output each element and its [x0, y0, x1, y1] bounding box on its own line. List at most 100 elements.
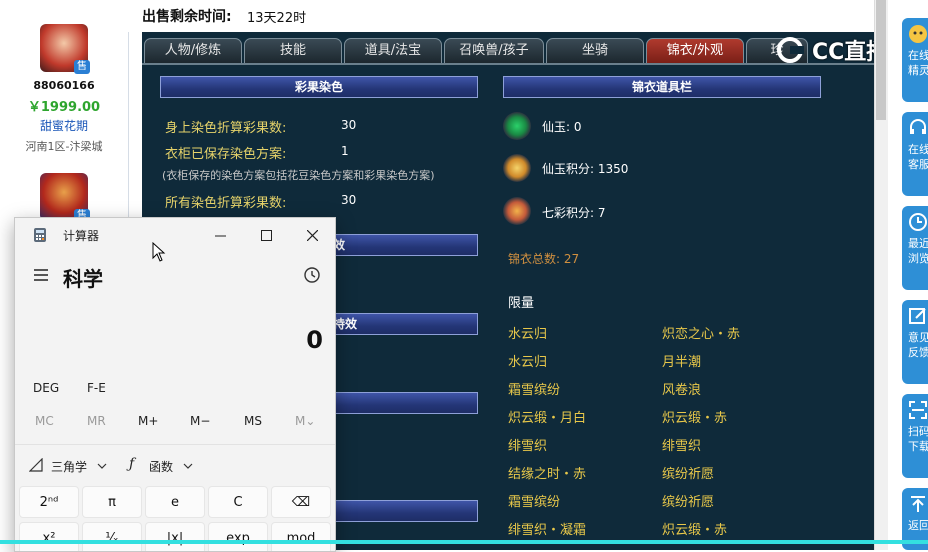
sidebar-label: 最近 [908, 237, 928, 250]
tab-mounts[interactable]: 坐骑 [546, 38, 644, 64]
sidebar-item-recent[interactable]: 最近 浏览 [902, 206, 928, 290]
sidebar-label: 下载 [908, 440, 928, 453]
memory-recall-button[interactable]: MR [87, 414, 106, 428]
triangle-ruler-icon [29, 458, 43, 472]
hamburger-menu-icon[interactable] [33, 268, 49, 282]
character-avatar-2[interactable]: 售 [40, 173, 90, 223]
wardrobe-item[interactable]: 霜雪缤纷 [508, 379, 560, 398]
wardrobe-item[interactable]: 结缘之时・赤 [508, 463, 586, 482]
assistant-icon [909, 25, 927, 43]
close-icon [306, 229, 318, 241]
wardrobe-item[interactable]: 月半潮 [662, 351, 701, 370]
calculator-titlebar[interactable]: 计算器 [15, 218, 335, 252]
memory-subtract-button[interactable]: M− [190, 414, 210, 428]
square-button[interactable]: x² [19, 522, 79, 551]
sidebar-item-feedback[interactable]: 意见 反馈 [902, 300, 928, 384]
calculator-title: 计算器 [63, 229, 100, 243]
sale-badge: 售 [74, 60, 90, 74]
sidebar-item-assistant[interactable]: 在线 精灵 [902, 18, 928, 102]
page-scrollbar-thumb[interactable] [876, 0, 886, 120]
sidebar-label: 精灵 [908, 64, 928, 77]
backspace-button[interactable]: ⌫ [271, 486, 331, 518]
exp-button[interactable]: exp [208, 522, 268, 551]
calculator-app-icon [34, 228, 46, 242]
history-icon[interactable] [303, 266, 321, 284]
wardrobe-item[interactable]: 缤纷祈愿 [662, 463, 714, 482]
cc-logo-icon [777, 37, 804, 63]
minimize-button[interactable] [197, 218, 243, 252]
seller-id: 88060166 [33, 79, 95, 92]
pi-button[interactable]: π [82, 486, 142, 518]
seller-server: 河南1区-汴梁城 [25, 140, 103, 153]
tab-character[interactable]: 人物/修炼 [144, 38, 242, 64]
wardrobe-item[interactable]: 缤纷祈愿 [662, 491, 714, 510]
sidebar-label: 返回 [908, 519, 928, 532]
seller-name[interactable]: 甜蜜花期 [0, 117, 128, 134]
edit-icon [909, 308, 926, 324]
deg-button[interactable]: DEG [33, 381, 59, 395]
sidebar-label: 意见 [908, 331, 928, 344]
wardrobe-item[interactable]: 霜雪缤纷 [508, 491, 560, 510]
sidebar-label: 客服 [908, 158, 928, 171]
second-function-button[interactable]: 2ⁿᵈ [19, 486, 79, 518]
header-band [128, 0, 874, 32]
maximize-button[interactable] [243, 218, 289, 252]
euler-button[interactable]: e [145, 486, 205, 518]
clock-icon [909, 213, 927, 231]
jade-stat: 仙玉: 0 [542, 120, 582, 134]
wardrobe-item[interactable]: 绯雪织・凝霜 [508, 519, 586, 538]
wardrobe-item[interactable]: 炽云缎・赤 [662, 407, 727, 426]
dye-section-header: 彩果染色 [160, 76, 478, 98]
fe-button[interactable]: F-E [87, 381, 106, 395]
memory-add-button[interactable]: M+ [138, 414, 158, 428]
dye-label-total: 所有染色折算彩果数: [165, 196, 287, 211]
absolute-button[interactable]: |x| [145, 522, 205, 551]
tab-wardrobe[interactable]: 锦衣/外观 [646, 38, 744, 64]
minimize-icon [214, 235, 226, 236]
calculator-window[interactable]: 计算器 科学 0 DEG F-E MC MR M+ M− MS M⌄ 三角学 ƒ… [14, 217, 336, 552]
dye-note: (衣柜保存的染色方案包括花豆染色方案和彩果染色方案) [162, 169, 435, 182]
trigonometry-dropdown[interactable]: 三角学 [51, 458, 87, 475]
function-icon: ƒ [129, 456, 135, 472]
wardrobe-item[interactable]: 水云归 [508, 323, 547, 342]
dye-label-body: 身上染色折算彩果数: [165, 121, 287, 136]
tab-underline [142, 63, 874, 65]
clear-button[interactable]: C [208, 486, 268, 518]
remaining-time-value: 13天22时 [247, 11, 307, 26]
arrow-up-icon [911, 496, 925, 512]
sidebar-label: 在线 [908, 49, 928, 62]
memory-store-button[interactable]: MS [244, 414, 262, 428]
character-avatar[interactable]: 售 [40, 24, 90, 74]
wardrobe-item[interactable]: 绯雪织 [662, 435, 701, 454]
tab-skills[interactable]: 技能 [244, 38, 342, 64]
wardrobe-section-header: 锦衣道具栏 [503, 76, 821, 98]
wardrobe-item[interactable]: 水云归 [508, 351, 547, 370]
dye-value-total: 30 [341, 193, 357, 207]
function-dropdown[interactable]: 函数 [149, 458, 173, 475]
limited-label: 限量 [508, 296, 535, 311]
wardrobe-item[interactable]: 炽恋之心・赤 [662, 323, 740, 342]
chevron-down-icon [183, 463, 193, 469]
wardrobe-item[interactable]: 炽云缎・月白 [508, 407, 586, 426]
mod-button[interactable]: mod [271, 522, 331, 551]
sidebar-item-download[interactable]: 扫码 下载 [902, 394, 928, 478]
memory-list-button[interactable]: M⌄ [295, 414, 315, 428]
special-effect-section-title: 持效 [333, 317, 358, 331]
reciprocal-button[interactable]: ¹⁄ₓ [82, 522, 142, 551]
calculator-divider [15, 444, 335, 445]
rainbow-points-icon [503, 197, 531, 225]
wardrobe-item[interactable]: 风卷浪 [662, 379, 701, 398]
sidebar-label: 在线 [908, 143, 928, 156]
memory-clear-button[interactable]: MC [35, 414, 54, 428]
wardrobe-item[interactable]: 绯雪织 [508, 435, 547, 454]
sidebar-label: 浏览 [908, 252, 928, 265]
jade-points-stat: 仙玉积分: 1350 [542, 162, 629, 176]
tab-items[interactable]: 道具/法宝 [344, 38, 442, 64]
dye-label-saved: 衣柜已保存染色方案: [165, 147, 287, 162]
sidebar-item-support[interactable]: 在线 客服 [902, 112, 928, 196]
calculator-mode-title: 科学 [63, 267, 103, 291]
wardrobe-total: 锦衣总数: 27 [508, 252, 580, 266]
tab-pets[interactable]: 召唤兽/孩子 [444, 38, 544, 64]
wardrobe-item[interactable]: 炽云缎・赤 [662, 519, 727, 538]
close-button[interactable] [289, 218, 335, 252]
